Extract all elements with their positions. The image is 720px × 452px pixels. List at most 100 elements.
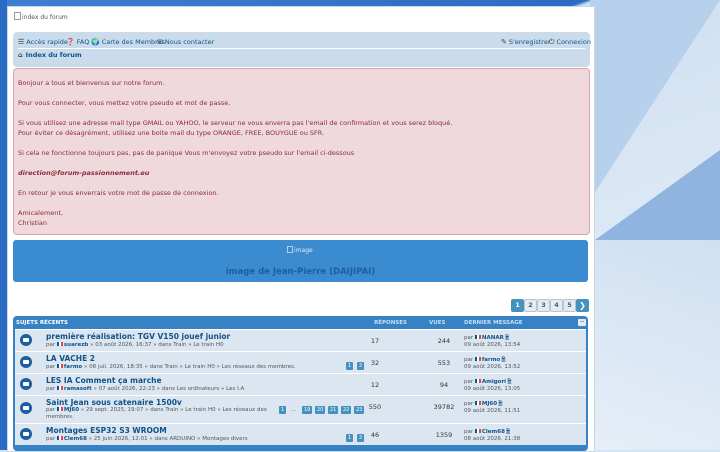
france-flag-icon — [474, 357, 481, 361]
view-latest-post-icon[interactable]: 🗎 — [498, 401, 502, 407]
next-page-button[interactable]: ❯ — [576, 299, 589, 312]
menu-icon: ☰ — [18, 38, 25, 46]
topic-page-link[interactable]: 21 — [328, 406, 339, 414]
topic-icon — [20, 334, 32, 346]
france-flag-icon — [474, 429, 481, 433]
topic-replies: 550 — [368, 403, 382, 411]
topic-row: Montages ESP32 S3 WROOM par Clem68 » 25 … — [15, 423, 586, 445]
topic-page-ellipsis: ... — [291, 407, 296, 413]
page-link[interactable]: 4 — [550, 299, 563, 312]
last-post-date: 09 août 2026, 13:54 — [464, 342, 521, 348]
quick-access-link[interactable]: ☰ Accès rapide — [18, 38, 68, 46]
login-link[interactable]: ⏻ Connexion — [549, 38, 591, 47]
contact-email[interactable]: direction@forum-passionnement.eu — [18, 169, 149, 177]
france-flag-icon — [56, 436, 63, 440]
view-latest-post-icon[interactable]: 🗎 — [505, 335, 509, 341]
topic-icon — [20, 356, 32, 368]
topic-author[interactable]: ramasoft — [64, 386, 92, 392]
edit-icon: ✎ — [501, 38, 507, 46]
topic-author[interactable]: farmo — [64, 364, 82, 370]
envelope-icon: ✉ — [157, 38, 163, 46]
members-map-link[interactable]: 🌍 Carte des Membres — [91, 38, 165, 46]
topic-replies: 17 — [370, 337, 380, 345]
faq-link[interactable]: ❓ FAQ — [66, 38, 89, 46]
home-icon: ⌂ — [18, 51, 23, 59]
register-link[interactable]: ✎ S'enregistrer — [501, 38, 551, 46]
broken-image-icon — [14, 12, 21, 20]
recent-topics-header: SUJETS RÉCENTS RÉPONSES VUES DERNIER MES… — [13, 316, 588, 328]
announcement-box: Bonjour a tous et bienvenus sur notre fo… — [13, 68, 590, 235]
topic-icon — [20, 402, 32, 414]
topic-views: 244 — [437, 337, 451, 345]
topic-views: 94 — [439, 381, 449, 389]
banner-caption: image de Jean-Pierre (DAIJIPAI) — [225, 267, 376, 277]
banner-image: image — [287, 246, 313, 254]
topic-page-link[interactable]: 1 — [346, 434, 354, 442]
france-flag-icon — [56, 342, 63, 346]
topic-title[interactable]: Saint Jean sous catenaire 1500v — [46, 398, 182, 407]
topic-replies: 32 — [370, 359, 380, 367]
view-latest-post-icon[interactable]: 🗎 — [506, 429, 510, 435]
france-flag-icon — [474, 401, 481, 405]
topic-icon — [20, 428, 32, 440]
notice-line: Pour vous connecter, vous mettez votre p… — [18, 99, 231, 107]
page-link[interactable]: 3 — [537, 299, 550, 312]
france-flag-icon — [474, 379, 481, 383]
topic-page-link[interactable]: 1 — [346, 362, 354, 370]
topic-replies: 12 — [370, 381, 380, 389]
last-post-date: 09 août 2026, 13:05 — [464, 386, 521, 392]
topic-title[interactable]: LA VACHE 2 — [46, 354, 95, 363]
topic-views: 553 — [437, 359, 451, 367]
last-post-date: 09 août 2026, 13:52 — [464, 364, 521, 370]
topic-author[interactable]: MJ60 — [64, 407, 79, 413]
last-post-date: 09 août 2026, 11:51 — [464, 408, 521, 414]
notice-line: Si cela ne fonctionne toujours pas, pas … — [18, 149, 355, 157]
power-icon: ⏻ — [549, 38, 555, 46]
page-link[interactable]: 1 — [511, 299, 524, 312]
topic-title[interactable]: première réalisation: TGV V150 jouef jun… — [46, 332, 230, 341]
navbar-top-row: ☰ Accès rapide ❓ FAQ 🌍 Carte des Membres ✉ N… — [18, 36, 591, 49]
notice-line: En retour je vous enverrais votre mot de… — [18, 189, 219, 197]
help-icon: ❓ — [66, 38, 75, 46]
topic-page-link[interactable]: 22 — [341, 406, 352, 414]
topic-page-link[interactable]: 1 — [279, 406, 287, 414]
breadcrumb[interactable]: ⌂ Index du forum — [18, 51, 82, 59]
view-latest-post-icon[interactable]: 🗎 — [507, 379, 511, 385]
site-logo[interactable]: index du forum — [14, 12, 68, 21]
broken-image-icon — [287, 246, 293, 253]
france-flag-icon — [56, 386, 63, 390]
views-column-header: VUES — [429, 320, 446, 326]
contact-link[interactable]: ✉ Nous contacter — [157, 38, 214, 46]
site-logo-alt: index du forum — [22, 14, 68, 21]
page-link[interactable]: 5 — [563, 299, 576, 312]
globe-icon: 🌍 — [91, 38, 100, 46]
topic-author[interactable]: suarezb — [64, 342, 88, 348]
notice-line: Pour éviter ce désagrément, utilisez une… — [18, 129, 325, 137]
page-link[interactable]: 2 — [524, 299, 537, 312]
topic-page-link[interactable]: 19 — [302, 406, 313, 414]
france-flag-icon — [56, 407, 63, 411]
topic-title[interactable]: LES IA Comment ça marche — [46, 376, 162, 385]
topic-author[interactable]: Clem68 — [64, 436, 87, 442]
replies-column-header: RÉPONSES — [374, 320, 407, 326]
topic-page-link[interactable]: 20 — [315, 406, 326, 414]
notice-line: Amicalement, — [18, 209, 64, 217]
topic-title[interactable]: Montages ESP32 S3 WROOM — [46, 426, 167, 435]
topic-meta: par MJ60 » 29 sept. 2025, 19:07 » dans T… — [46, 407, 267, 420]
navbar: ☰ Accès rapide ❓ FAQ 🌍 Carte des Membres ✉ N… — [13, 32, 591, 67]
topic-row: LES IA Comment ça marche par ramasoft » … — [15, 373, 586, 395]
recent-topics-title: SUJETS RÉCENTS — [16, 320, 68, 326]
page-wrapper: index du forum ☰ Accès rapide ❓ FAQ 🌍 Carte… — [7, 6, 595, 452]
background-shape — [595, 240, 720, 450]
last-post-column-header: DERNIER MESSAGE — [464, 320, 523, 326]
notice-line: Christian — [18, 219, 47, 227]
topic-row: LA VACHE 2 par farmo » 08 juil. 2026, 18… — [15, 351, 586, 373]
topic-views: 1359 — [435, 431, 453, 439]
recent-topics-panel: SUJETS RÉCENTS RÉPONSES VUES DERNIER MES… — [13, 316, 588, 451]
collapse-button[interactable]: − — [578, 319, 586, 326]
topic-meta: par farmo » 08 juil. 2026, 18:35 » dans … — [46, 364, 296, 370]
view-latest-post-icon[interactable]: 🗎 — [501, 357, 505, 363]
topic-views: 39782 — [433, 403, 455, 411]
last-post-date: 08 août 2026, 21:38 — [464, 436, 521, 442]
france-flag-icon — [56, 364, 63, 368]
